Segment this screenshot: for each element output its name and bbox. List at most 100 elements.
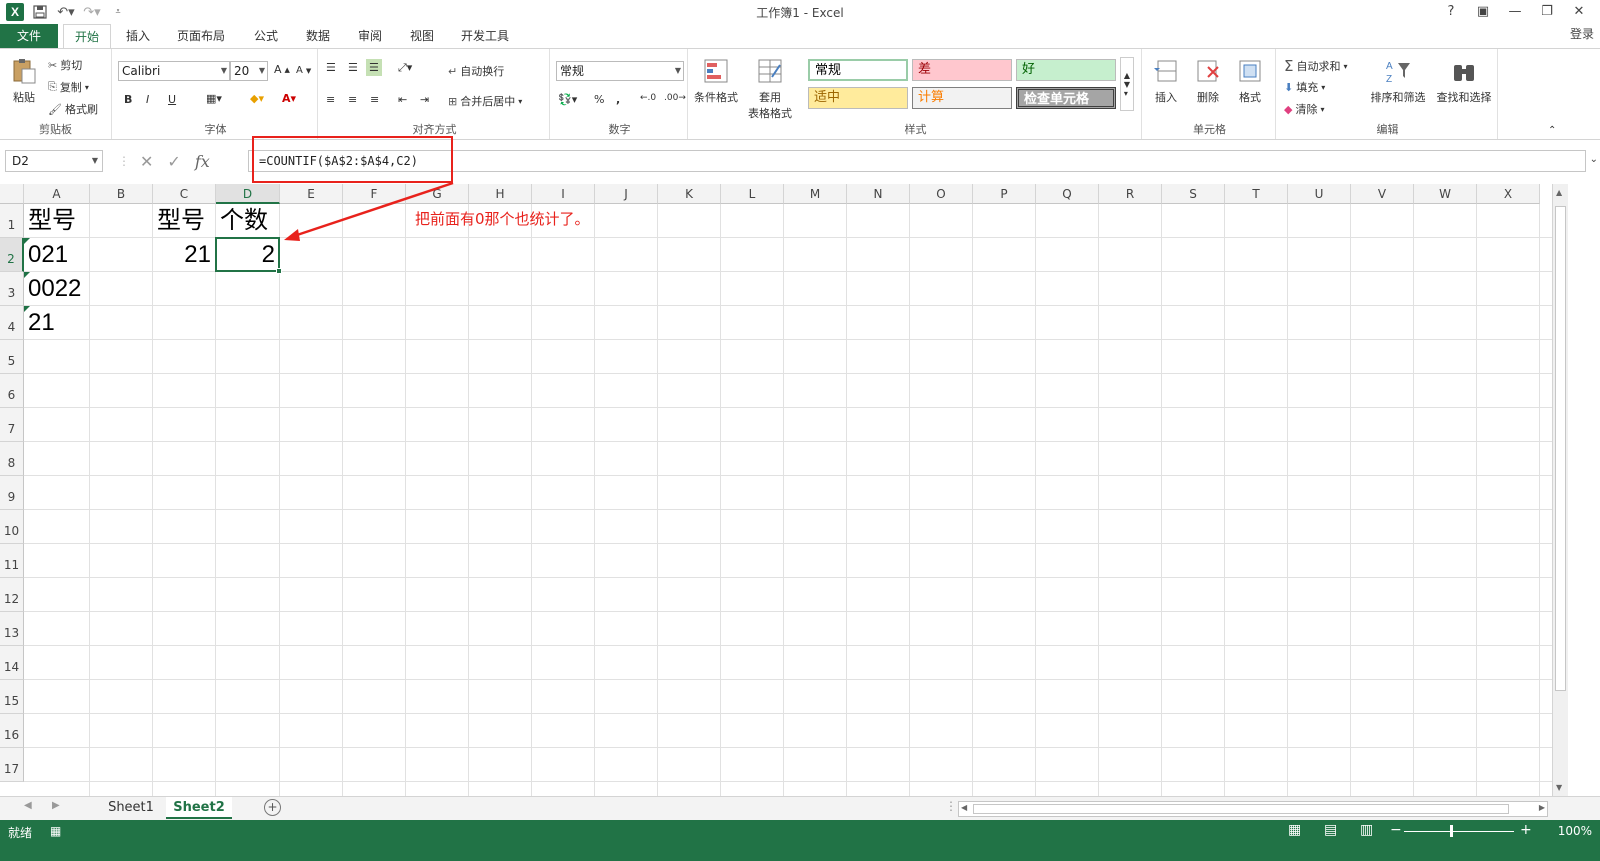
row-header-9[interactable]: 9 (0, 476, 24, 510)
decrease-font-size-button[interactable]: A ▼ (296, 65, 311, 76)
zoom-level[interactable]: 100% (1558, 824, 1592, 838)
borders-icon[interactable]: ▦▾ (206, 92, 222, 105)
prev-sheet-icon[interactable]: ◀ (24, 800, 32, 811)
row-header-1[interactable]: 1 (0, 204, 24, 238)
insert-cells-button[interactable]: 插入 (1144, 49, 1188, 105)
column-header-q[interactable]: Q (1036, 184, 1099, 204)
fill-color-icon[interactable]: ◆▾ (250, 92, 264, 105)
increase-font-size-button[interactable]: A ▲ (274, 63, 290, 76)
column-header-u[interactable]: U (1288, 184, 1351, 204)
column-header-k[interactable]: K (658, 184, 721, 204)
autosum-button[interactable]: Σ 自动求和 ▾ (1284, 57, 1348, 75)
row-header-2[interactable]: 2 (0, 238, 24, 272)
column-header-m[interactable]: M (784, 184, 847, 204)
row-header-16[interactable]: 16 (0, 714, 24, 748)
column-header-c[interactable]: C (153, 184, 216, 204)
format-painter-button[interactable]: 🖌 格式刷 (48, 101, 98, 117)
zoom-slider[interactable] (1404, 831, 1514, 832)
minimize-icon[interactable]: — (1502, 2, 1528, 20)
accounting-format-icon[interactable]: 💱▾ (558, 93, 577, 106)
text-number-warning-icon[interactable] (24, 238, 30, 244)
wrap-text-button[interactable]: ↵ 自动换行 (448, 63, 504, 79)
page-break-view-icon[interactable]: ▥ (1360, 822, 1373, 838)
zoom-in-icon[interactable]: + (1520, 822, 1532, 838)
column-header-p[interactable]: P (973, 184, 1036, 204)
column-header-b[interactable]: B (90, 184, 153, 204)
select-all-corner[interactable] (0, 184, 24, 204)
tab-data[interactable]: 数据 (296, 24, 340, 48)
column-header-n[interactable]: N (847, 184, 910, 204)
column-header-a[interactable]: A (24, 184, 90, 204)
italic-button[interactable]: I (146, 93, 149, 106)
cut-button[interactable]: ✂ 剪切 (48, 57, 82, 73)
bold-button[interactable]: B (124, 93, 132, 106)
next-sheet-icon[interactable]: ▶ (52, 800, 60, 811)
column-header-x[interactable]: X (1477, 184, 1540, 204)
format-as-table-button[interactable]: 套用 表格格式 (744, 49, 796, 121)
decrease-indent-icon[interactable]: ⇤ (398, 93, 407, 106)
spreadsheet-grid[interactable]: ABCDEFGHIJKLMNOPQRSTUVWX 1 2 3 4 5 6 7 8 9 10 11 12… (0, 184, 1568, 796)
font-name-select[interactable]: Calibri ▼ (118, 61, 230, 81)
font-color-icon[interactable]: A▾ (282, 92, 296, 105)
cell-a2[interactable]: 021 (28, 238, 68, 272)
align-middle-icon[interactable]: ☰ (348, 61, 358, 74)
normal-view-icon[interactable]: ▦ (1288, 822, 1301, 838)
tab-file[interactable]: 文件 (0, 24, 58, 48)
delete-cells-button[interactable]: 删除 (1186, 49, 1230, 105)
column-header-e[interactable]: E (280, 184, 343, 204)
close-icon[interactable]: ✕ (1566, 2, 1592, 20)
style-neutral[interactable]: 适中 (808, 87, 908, 109)
column-header-w[interactable]: W (1414, 184, 1477, 204)
cell-d1[interactable]: 个数 (220, 204, 268, 238)
find-select-button[interactable]: 查找和选择 (1432, 49, 1496, 105)
row-header-7[interactable]: 7 (0, 408, 24, 442)
column-header-r[interactable]: R (1099, 184, 1162, 204)
clear-button[interactable]: ◆ 清除 ▾ (1284, 101, 1324, 117)
cell-a4[interactable]: 21 (28, 306, 55, 340)
scroll-left-icon[interactable]: ◀ (961, 803, 967, 812)
column-header-o[interactable]: O (910, 184, 973, 204)
tab-review[interactable]: 审阅 (348, 24, 392, 48)
copy-button[interactable]: ⎘ 复制 ▾ (48, 79, 89, 95)
tab-view[interactable]: 视图 (400, 24, 444, 48)
style-calculation[interactable]: 计算 (912, 87, 1012, 109)
row-header-3[interactable]: 3 (0, 272, 24, 306)
align-left-icon[interactable]: ≡ (326, 93, 335, 106)
restore-icon[interactable]: ❐ (1534, 2, 1560, 20)
text-number-warning-icon[interactable] (24, 306, 30, 312)
paste-button[interactable]: 粘贴 (2, 49, 46, 105)
scroll-down-icon[interactable]: ▼ (1556, 783, 1562, 792)
text-number-warning-icon[interactable] (24, 272, 30, 278)
insert-function-icon[interactable]: fx (195, 152, 210, 171)
row-header-17[interactable]: 17 (0, 748, 24, 782)
cell-a1[interactable]: 型号 (28, 204, 76, 238)
column-header-f[interactable]: F (343, 184, 406, 204)
horizontal-scrollbar[interactable]: ◀ ▶ (958, 801, 1548, 817)
ribbon-display-icon[interactable]: ▣ (1470, 2, 1496, 20)
help-icon[interactable]: ? (1438, 2, 1464, 20)
collapse-ribbon-icon[interactable]: ⌃ (1548, 125, 1556, 136)
conditional-formatting-button[interactable]: 条件格式 (690, 49, 742, 105)
align-right-icon[interactable]: ≡ (370, 93, 379, 106)
fill-handle[interactable] (276, 268, 282, 274)
cell-c2[interactable]: 21 (153, 238, 211, 272)
style-bad[interactable]: 差 (912, 59, 1012, 81)
style-normal[interactable]: 常规 (808, 59, 908, 81)
column-header-s[interactable]: S (1162, 184, 1225, 204)
sign-in-link[interactable]: 登录 (1570, 24, 1594, 44)
font-size-select[interactable]: 20 ▼ (230, 61, 268, 81)
row-header-8[interactable]: 8 (0, 442, 24, 476)
row-header-13[interactable]: 13 (0, 612, 24, 646)
row-header-11[interactable]: 11 (0, 544, 24, 578)
comma-button[interactable]: , (616, 93, 620, 106)
column-header-v[interactable]: V (1351, 184, 1414, 204)
column-header-h[interactable]: H (469, 184, 532, 204)
tab-developer[interactable]: 开发工具 (452, 24, 518, 48)
zoom-slider-knob[interactable] (1450, 825, 1453, 837)
hscroll-thumb[interactable] (973, 804, 1509, 814)
fill-button[interactable]: ⬇ 填充 ▾ (1284, 79, 1325, 95)
underline-button[interactable]: U (168, 93, 176, 106)
row-header-12[interactable]: 12 (0, 578, 24, 612)
scroll-up-icon[interactable]: ▲ (1556, 188, 1562, 197)
sheet-tab-sheet1[interactable]: Sheet1 (100, 797, 162, 819)
